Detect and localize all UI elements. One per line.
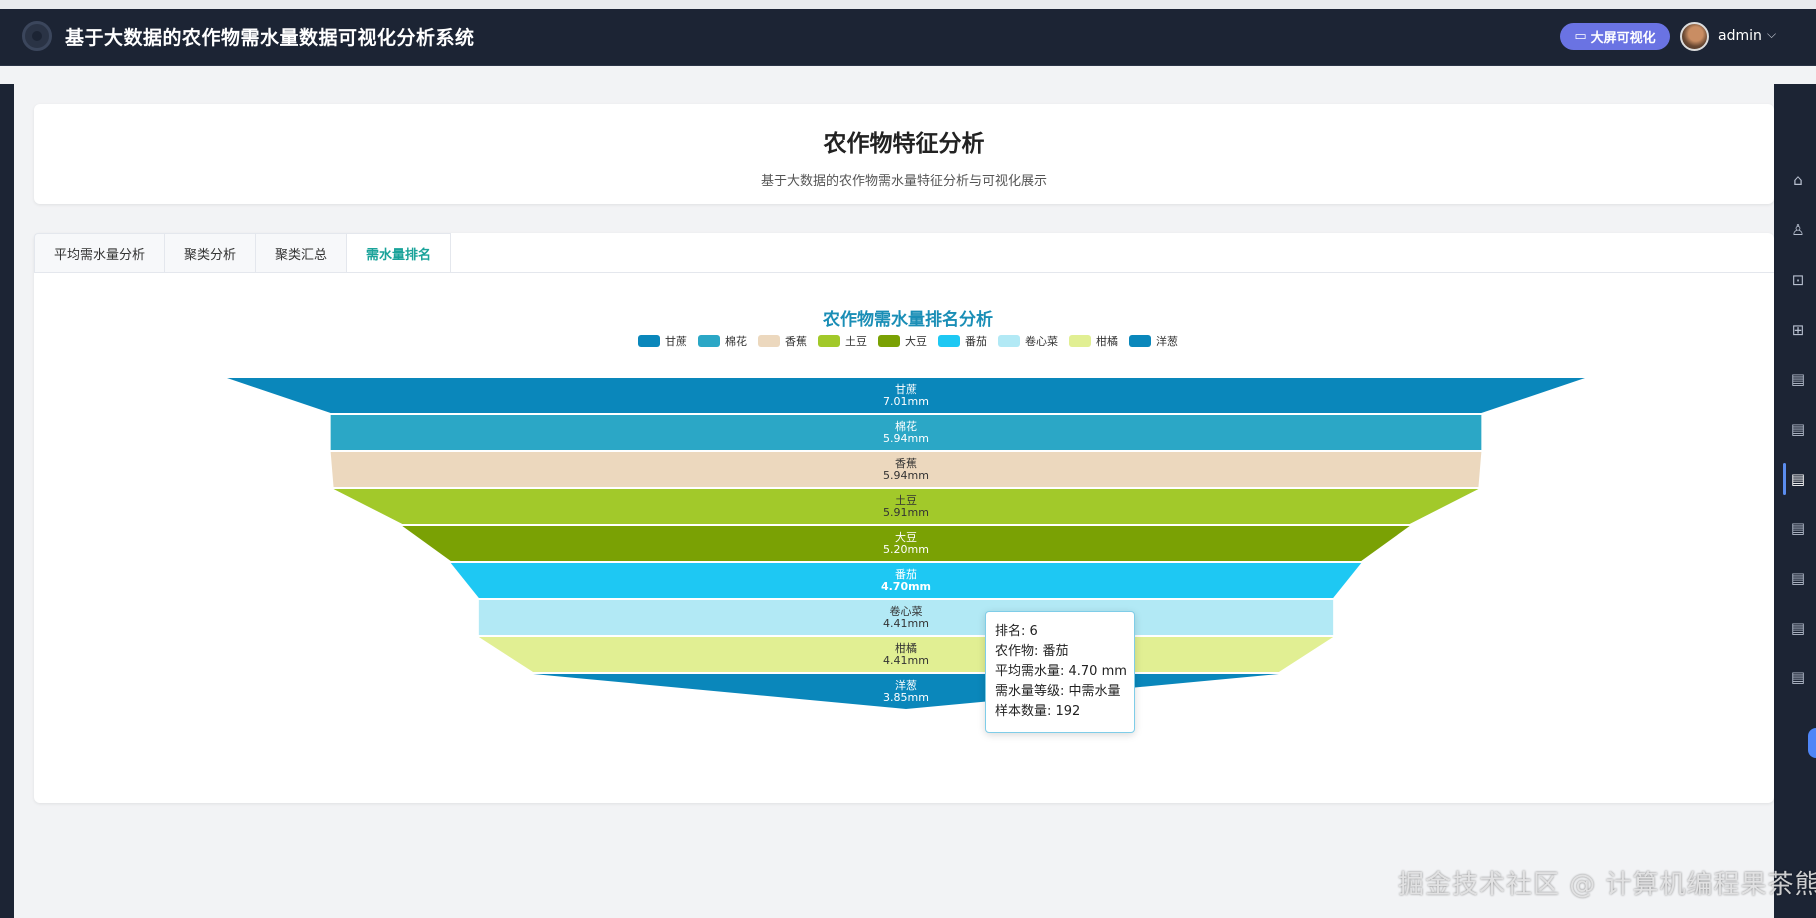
segment-label: 番茄 [895, 567, 917, 581]
segment-value-label: 3.85mm [883, 691, 929, 704]
segment-value-label: 5.94mm [883, 469, 929, 482]
segment-label: 棉花 [895, 419, 917, 433]
segment-label: 柑橘 [895, 641, 917, 655]
segment-value-label: 4.41mm [883, 617, 929, 630]
chart-tooltip: 排名: 6 农作物: 番茄 平均需水量: 4.70 mm 需水量等级: 中需水量… [985, 611, 1135, 733]
segment-value-label: 5.91mm [883, 506, 929, 519]
funnel-chart: 甘蔗7.01mm棉花5.94mm香蕉5.94mm土豆5.91mm大豆5.20mm… [227, 378, 1585, 709]
tooltip-line: 农作物: 番茄 [995, 644, 1069, 659]
segment-label: 大豆 [895, 530, 917, 544]
segment-value-label: 4.41mm [883, 654, 929, 667]
segment-value-label: 7.01mm [883, 395, 929, 408]
segment-value-label: 5.94mm [883, 432, 929, 445]
tooltip-line: 平均需水量: 4.70 mm [995, 664, 1127, 679]
watermark: 掘金技术社区 @ 计算机编程果茶熊 [1398, 870, 1816, 900]
tooltip-line: 需水量等级: 中需水量 [995, 684, 1121, 699]
tooltip-line: 样本数量: 192 [995, 704, 1081, 719]
segment-value-label: 4.70mm [881, 580, 931, 593]
tooltip-line: 排名: 6 [995, 624, 1038, 639]
segment-value-label: 5.20mm [883, 543, 929, 556]
segment-label: 洋葱 [895, 678, 917, 692]
segment-label: 卷心菜 [890, 604, 923, 618]
